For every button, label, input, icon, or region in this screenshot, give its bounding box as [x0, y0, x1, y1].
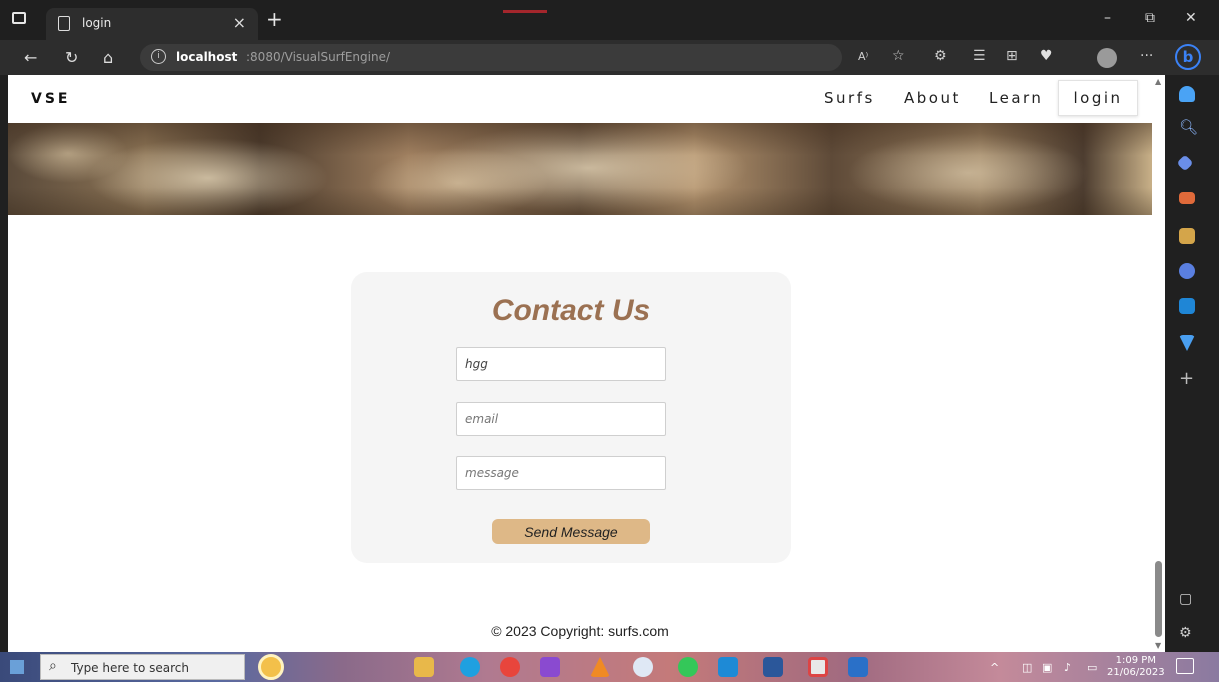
tray-app-icon[interactable]: ◫	[1022, 661, 1032, 674]
new-tab-icon[interactable]: +	[266, 7, 283, 31]
read-aloud-icon[interactable]: A⁾	[858, 50, 868, 63]
browser-toolbar: ← ↻ ⌂ i localhost :8080/VisualSurfEngine…	[0, 40, 1219, 75]
outlook-icon[interactable]	[1179, 298, 1195, 314]
chrome-icon[interactable]	[500, 657, 520, 677]
drop-icon[interactable]	[1179, 335, 1195, 351]
add-sidebar-app-icon[interactable]: +	[1179, 368, 1194, 389]
edge-icon[interactable]	[460, 657, 480, 677]
battery-icon[interactable]: ▭	[1087, 661, 1097, 674]
page-scrollbar[interactable]: ▲ ▼	[1152, 75, 1165, 652]
hide-sidebar-icon[interactable]: ▢	[1179, 591, 1192, 607]
shopping-icon[interactable]	[1176, 154, 1194, 172]
nav-link-learn[interactable]: Learn	[989, 89, 1043, 107]
taskbar-search[interactable]: ⌕ Type here to search	[40, 654, 245, 680]
site-navbar: VSE Surfs About Learn login	[8, 75, 1152, 123]
address-bar[interactable]: i localhost :8080/VisualSurfEngine/	[140, 44, 842, 71]
refresh-icon[interactable]: ↻	[65, 48, 78, 67]
app-icon[interactable]	[808, 657, 828, 677]
favorites-icon[interactable]: ☰	[973, 48, 986, 64]
bing-copilot-icon[interactable]: b	[1175, 44, 1201, 70]
tools-icon[interactable]	[1179, 192, 1195, 204]
tray-network-icon[interactable]: ▣	[1042, 661, 1052, 674]
favorite-star-icon[interactable]: ☆	[892, 48, 905, 64]
file-explorer-icon[interactable]	[414, 657, 434, 677]
window-indicator	[503, 10, 547, 13]
page-icon	[58, 16, 70, 31]
tab-title: login	[82, 16, 112, 30]
browser-tab-bar: login × + – ⧉ ✕	[0, 0, 1219, 40]
scrollbar-thumb[interactable]	[1155, 561, 1162, 637]
vscode-icon[interactable]	[718, 657, 738, 677]
more-options-icon[interactable]: ···	[1140, 48, 1153, 64]
games-icon[interactable]	[1179, 228, 1195, 244]
vlc-icon[interactable]	[590, 657, 610, 677]
health-icon[interactable]: ♥	[1040, 48, 1053, 64]
notifications-icon[interactable]	[1179, 86, 1195, 102]
start-icon[interactable]	[10, 660, 24, 674]
contact-title: Contact Us	[491, 294, 651, 327]
clock-time: 1:09 PM	[1115, 655, 1156, 666]
scroll-down-icon[interactable]: ▼	[1155, 641, 1161, 650]
banner-shade	[8, 123, 1152, 215]
scroll-up-icon[interactable]: ▲	[1155, 77, 1161, 86]
name-input[interactable]	[456, 347, 666, 381]
cortana-icon[interactable]	[258, 654, 284, 680]
edge-sidebar: 🔍︎ + ▢ ⚙	[1165, 75, 1219, 652]
back-icon[interactable]: ←	[24, 48, 37, 67]
word-icon[interactable]	[763, 657, 783, 677]
site-info-icon[interactable]: i	[151, 49, 166, 64]
chat-icon[interactable]	[633, 657, 653, 677]
page-viewport: VSE Surfs About Learn login Contact Us S…	[8, 75, 1165, 652]
site-brand[interactable]: VSE	[31, 91, 70, 107]
email-input[interactable]	[456, 402, 666, 436]
profile-avatar[interactable]	[1097, 48, 1117, 68]
volume-icon[interactable]: ♪	[1064, 661, 1071, 674]
tray-chevron-icon[interactable]: ^	[990, 661, 999, 674]
taskbar-search-placeholder: Type here to search	[71, 661, 189, 675]
contact-form-card: Contact Us Send Message	[351, 272, 791, 563]
tab-login[interactable]: login ×	[46, 8, 258, 40]
home-icon[interactable]: ⌂	[103, 48, 113, 67]
url-path: :8080/VisualSurfEngine/	[246, 50, 390, 64]
restore-icon[interactable]: ⧉	[1145, 10, 1155, 26]
office-icon[interactable]	[1179, 263, 1195, 279]
footer-copyright: © 2023 Copyright: surfs.com	[491, 623, 669, 639]
search-icon: ⌕	[49, 658, 57, 674]
send-message-button[interactable]: Send Message	[492, 519, 650, 544]
extensions-icon[interactable]: ⚙	[934, 48, 947, 64]
windows-taskbar: ⌕ Type here to search ^ ◫ ▣ ♪ ▭ 1:09 PM …	[0, 652, 1219, 682]
tab-close-icon[interactable]: ×	[233, 13, 246, 32]
minimize-icon[interactable]: –	[1104, 10, 1111, 26]
nav-login-button[interactable]: login	[1058, 80, 1138, 116]
search-icon[interactable]: 🔍︎	[1179, 118, 1198, 136]
url-host: localhost	[176, 50, 238, 64]
message-input[interactable]	[456, 456, 666, 490]
whatsapp-icon[interactable]	[678, 657, 698, 677]
nav-link-about[interactable]: About	[904, 89, 961, 107]
tab-actions-icon[interactable]	[12, 12, 26, 24]
taskbar-clock[interactable]: 1:09 PM 21/06/2023	[1107, 655, 1165, 679]
collections-icon[interactable]: ⊞	[1006, 48, 1018, 64]
notification-center-icon[interactable]	[1176, 658, 1194, 674]
sidebar-settings-icon[interactable]: ⚙	[1179, 625, 1192, 641]
photos-icon[interactable]	[848, 657, 868, 677]
close-window-icon[interactable]: ✕	[1185, 10, 1197, 26]
clock-date: 21/06/2023	[1107, 667, 1165, 678]
visual-studio-icon[interactable]	[540, 657, 560, 677]
nav-link-surfs[interactable]: Surfs	[824, 89, 875, 107]
